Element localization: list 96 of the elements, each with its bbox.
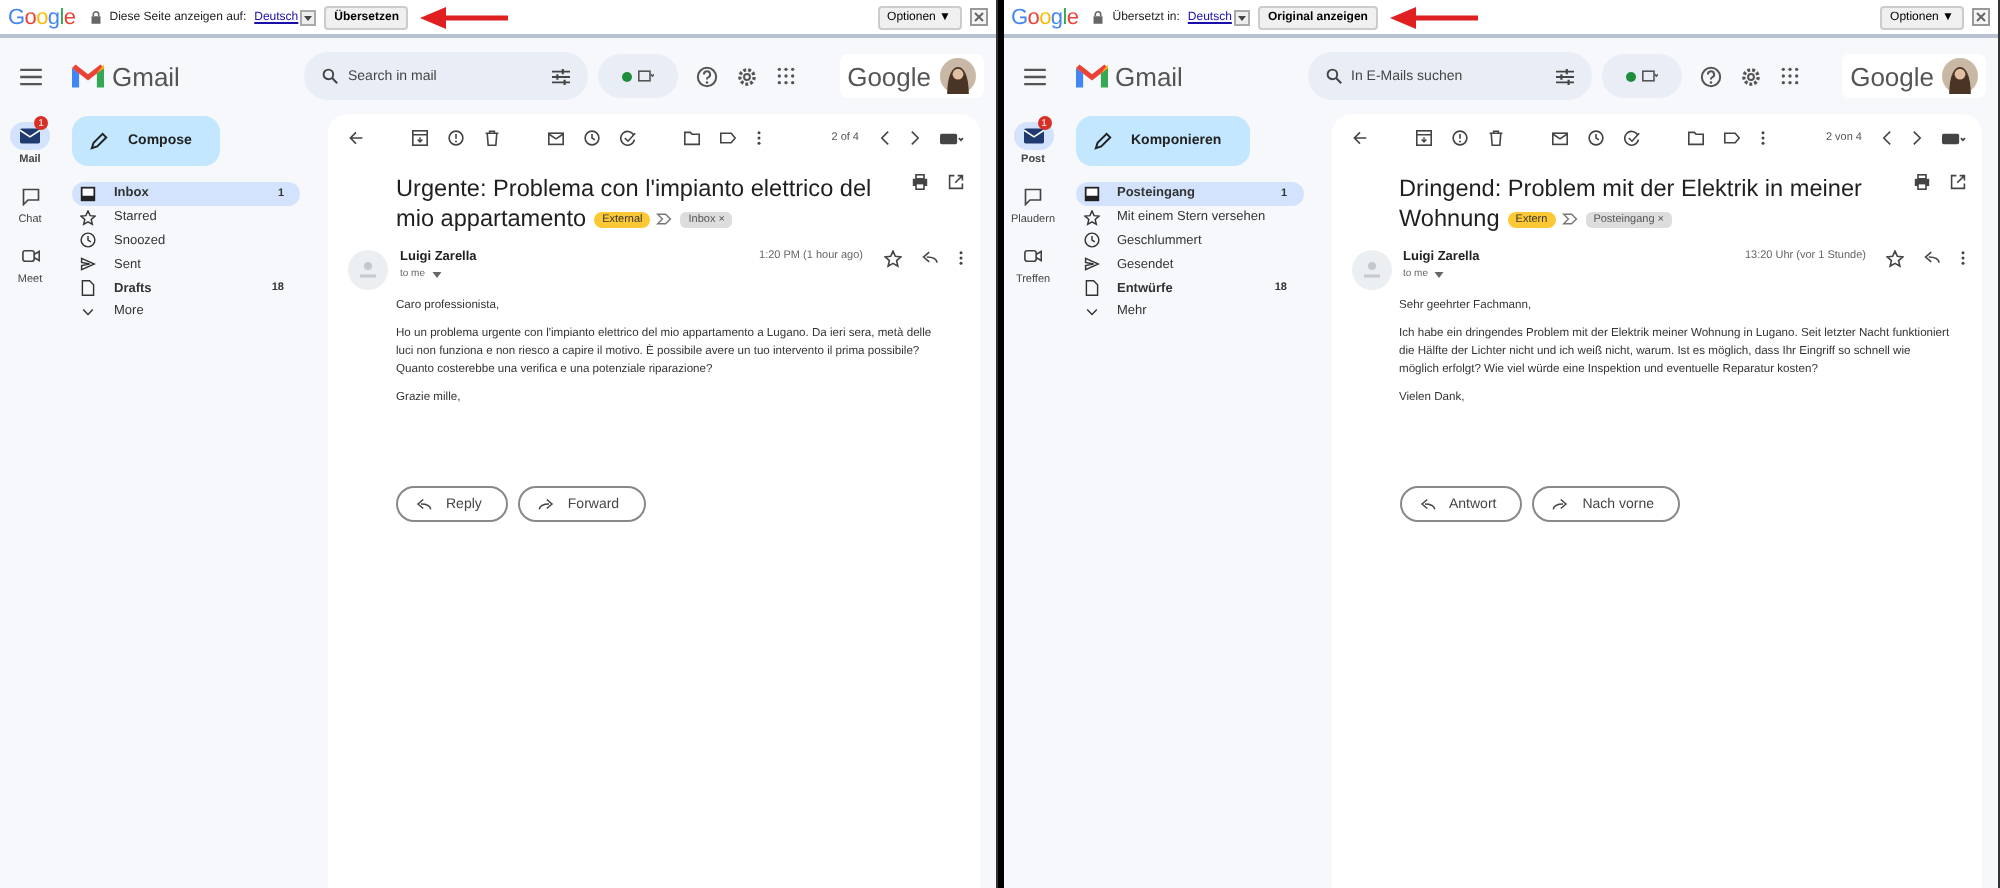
avatar-icon bbox=[939, 58, 975, 94]
menu-icon[interactable] bbox=[1023, 67, 1045, 85]
dropdown-icon[interactable] bbox=[300, 9, 317, 25]
caret-icon[interactable] bbox=[431, 271, 442, 277]
status-selector[interactable] bbox=[598, 54, 678, 98]
report-icon[interactable] bbox=[1451, 130, 1467, 146]
star-icon[interactable] bbox=[883, 250, 901, 268]
archive-icon[interactable] bbox=[412, 130, 428, 146]
account-button[interactable]: Google bbox=[1842, 54, 1986, 98]
delete-icon[interactable] bbox=[1487, 130, 1503, 146]
caret-icon[interactable] bbox=[1434, 271, 1445, 277]
pointer-arrow bbox=[420, 5, 509, 29]
chevron-right-icon[interactable] bbox=[1912, 130, 1922, 146]
sent-icon bbox=[1083, 256, 1099, 273]
sent-icon bbox=[80, 256, 96, 273]
lock-icon bbox=[89, 10, 102, 24]
settings-icon[interactable] bbox=[736, 65, 758, 87]
inbox-icon bbox=[1083, 185, 1099, 202]
mail-icon[interactable] bbox=[1551, 130, 1567, 146]
more-icon bbox=[80, 303, 96, 320]
print-icon[interactable] bbox=[911, 174, 927, 190]
help-icon[interactable] bbox=[1699, 65, 1721, 87]
importance-icon[interactable] bbox=[1561, 212, 1578, 227]
delete-icon[interactable] bbox=[484, 130, 500, 146]
back-icon[interactable] bbox=[348, 130, 364, 146]
reply-icon[interactable] bbox=[921, 250, 937, 264]
app-name: Gmail bbox=[112, 61, 182, 91]
help-icon[interactable] bbox=[696, 65, 718, 87]
google-logo: Google bbox=[8, 5, 76, 29]
app-name: Gmail bbox=[1115, 61, 1185, 91]
account-button[interactable]: Google bbox=[839, 54, 983, 98]
more-icon[interactable] bbox=[756, 130, 762, 146]
pointer-arrow bbox=[1389, 5, 1478, 29]
clock-icon[interactable] bbox=[584, 130, 600, 146]
more-icon[interactable] bbox=[957, 250, 963, 266]
reply-icon bbox=[1419, 498, 1435, 510]
task-icon[interactable] bbox=[1623, 130, 1639, 146]
dropdown-icon[interactable] bbox=[1233, 9, 1250, 25]
star-icon[interactable] bbox=[1886, 250, 1904, 268]
reply-icon bbox=[416, 498, 432, 510]
task-icon[interactable] bbox=[620, 130, 636, 146]
keyboard-icon[interactable] bbox=[1942, 131, 1966, 145]
print-icon[interactable] bbox=[1914, 174, 1930, 190]
more-icon bbox=[1083, 303, 1099, 320]
status-selector[interactable] bbox=[1601, 54, 1681, 98]
close-icon[interactable] bbox=[1972, 8, 1990, 26]
close-icon[interactable] bbox=[969, 8, 987, 26]
search-icon bbox=[322, 68, 338, 84]
pencil-icon bbox=[1093, 132, 1111, 150]
avatar-icon bbox=[1351, 250, 1391, 290]
more-icon[interactable] bbox=[1759, 130, 1765, 146]
mail-icon[interactable] bbox=[1013, 122, 1053, 150]
apps-icon[interactable] bbox=[776, 66, 796, 86]
clock-icon bbox=[1083, 232, 1099, 249]
draft-icon bbox=[1083, 280, 1099, 297]
avatar-icon bbox=[1942, 58, 1978, 94]
keyboard-icon[interactable] bbox=[939, 131, 963, 145]
mail-icon[interactable] bbox=[548, 130, 564, 146]
chevron-right-icon[interactable] bbox=[909, 130, 919, 146]
lock-icon bbox=[1092, 10, 1105, 24]
open-in-new-icon[interactable] bbox=[1950, 174, 1966, 190]
more-icon[interactable] bbox=[1960, 250, 1966, 266]
status-icon bbox=[1641, 70, 1657, 82]
google-logo: Google bbox=[1011, 5, 1079, 29]
open-in-new-icon[interactable] bbox=[947, 174, 963, 190]
star-icon bbox=[1083, 209, 1099, 226]
label-icon[interactable] bbox=[720, 130, 736, 146]
chevron-left-icon[interactable] bbox=[1882, 130, 1892, 146]
star-icon bbox=[80, 209, 96, 226]
gmail-logo-icon bbox=[1075, 64, 1107, 88]
status-icon bbox=[638, 70, 654, 82]
importance-icon[interactable] bbox=[656, 212, 673, 227]
reply-icon[interactable] bbox=[1924, 250, 1940, 264]
settings-icon[interactable] bbox=[1739, 65, 1761, 87]
menu-icon[interactable] bbox=[20, 67, 42, 85]
archive-icon[interactable] bbox=[1415, 130, 1431, 146]
chevron-left-icon[interactable] bbox=[879, 130, 889, 146]
search-icon bbox=[1325, 68, 1341, 84]
label-icon[interactable] bbox=[1723, 130, 1739, 146]
mail-icon[interactable] bbox=[10, 122, 50, 150]
draft-icon bbox=[80, 280, 96, 297]
inbox-icon bbox=[80, 185, 96, 202]
gmail-logo-icon bbox=[72, 64, 104, 88]
clock-icon bbox=[80, 232, 96, 249]
forward-icon bbox=[1552, 498, 1569, 510]
report-icon[interactable] bbox=[448, 130, 464, 146]
folder-icon[interactable] bbox=[1687, 130, 1703, 146]
filter-icon[interactable] bbox=[1555, 67, 1573, 85]
apps-icon[interactable] bbox=[1779, 66, 1799, 86]
avatar-icon bbox=[348, 250, 388, 290]
filter-icon[interactable] bbox=[552, 67, 570, 85]
folder-icon[interactable] bbox=[684, 130, 700, 146]
forward-icon bbox=[537, 498, 554, 510]
clock-icon[interactable] bbox=[1587, 130, 1603, 146]
back-icon[interactable] bbox=[1351, 130, 1367, 146]
pencil-icon bbox=[90, 132, 108, 150]
